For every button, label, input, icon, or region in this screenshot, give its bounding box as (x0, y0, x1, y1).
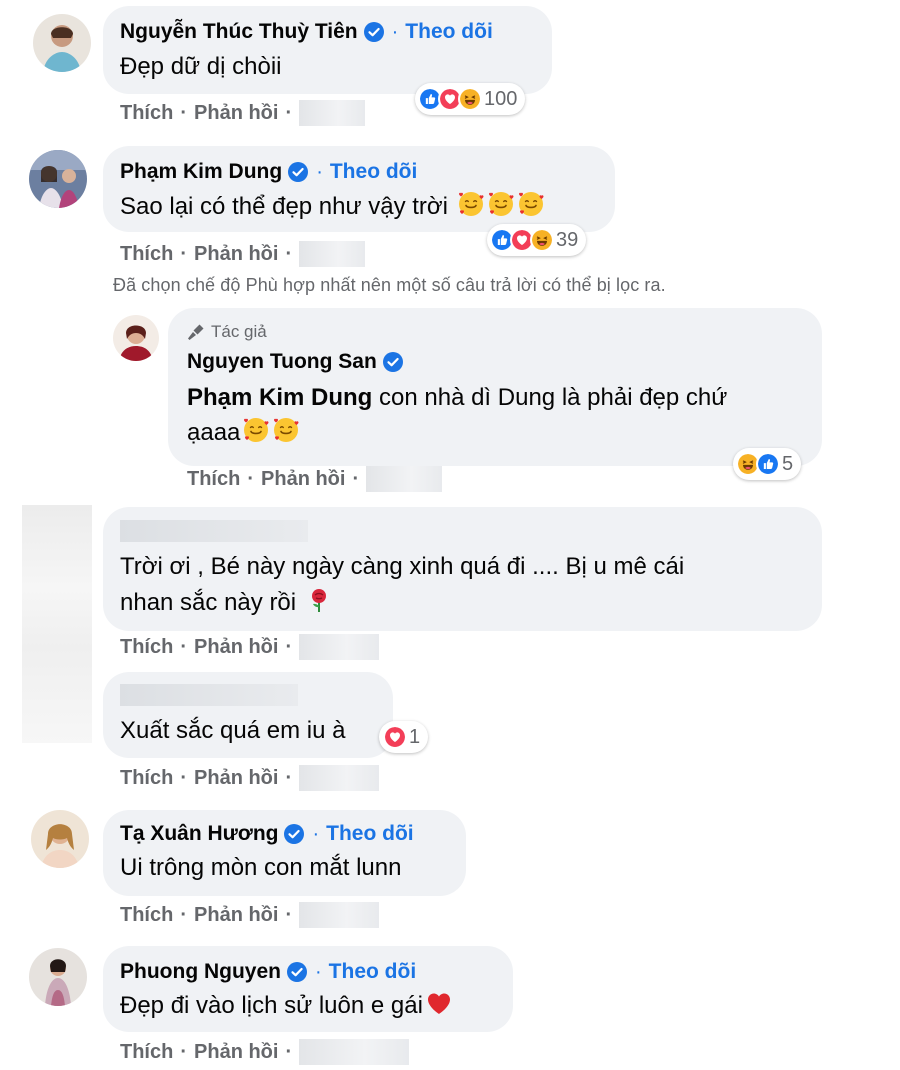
filter-notice: Đã chọn chế độ Phù hợp nhất nên một số c… (113, 275, 666, 295)
avatar[interactable] (29, 150, 87, 208)
avatar[interactable] (33, 14, 91, 72)
comment-actions: Thích · Phản hồi · (120, 241, 366, 267)
reply-actions: Thích · Phản hồi · (187, 466, 443, 492)
separator-dot: · (316, 160, 323, 183)
smiling-face-with-hearts-icon (487, 190, 515, 218)
commenter-name[interactable]: Nguyen Tuong San (187, 350, 377, 374)
verified-badge-icon (284, 824, 304, 844)
reaction-summary[interactable]: 1 (379, 721, 429, 753)
like-link[interactable]: Thích (120, 1041, 173, 1064)
blurred-timestamp (299, 241, 366, 267)
comment-header: Phuong Nguyen · Theo dõi (120, 960, 416, 984)
comment-actions: Thích · Phản hồi · (120, 1039, 410, 1065)
comment-actions: Thích · Phản hồi · (120, 100, 366, 126)
mention-link[interactable]: Phạm Kim Dung (187, 384, 372, 411)
commenter-name[interactable]: Phạm Kim Dung (120, 160, 282, 184)
like-link[interactable]: Thích (120, 636, 173, 659)
comment-text: Sao lại có thể đẹp như vậy trời (120, 190, 545, 224)
comment-header: Tạ Xuân Hương · Theo dõi (120, 822, 414, 846)
commenter-name[interactable]: Tạ Xuân Hương (120, 822, 278, 846)
blurred-timestamp (299, 902, 380, 928)
comment-text: Trời ơi , Bé này ngày càng xinh quá đi .… (120, 553, 685, 580)
comment-text: Xuất sắc quá em iu à (120, 717, 346, 744)
like-link[interactable]: Thích (187, 468, 240, 491)
avatar[interactable] (31, 810, 89, 868)
comment-actions: Thích · Phản hồi · (120, 765, 380, 791)
follow-button[interactable]: Theo dõi (329, 960, 417, 984)
reply-link[interactable]: Phản hồi (261, 468, 345, 491)
blurred-avatar (22, 505, 92, 743)
blurred-timestamp (299, 100, 366, 126)
haha-icon (530, 228, 554, 252)
verified-badge-icon (364, 22, 384, 42)
smiling-face-with-hearts-icon (272, 416, 300, 444)
comment-actions: Thích · Phản hồi · (120, 634, 380, 660)
commenter-name[interactable]: Phuong Nguyen (120, 960, 281, 984)
verified-badge-icon (287, 962, 307, 982)
reaction-count: 5 (782, 452, 794, 475)
reply-link[interactable]: Phản hồi (194, 636, 278, 659)
comment-text: Ui trông mòn con mắt lunn (120, 854, 402, 881)
like-icon (756, 452, 780, 476)
reply-link[interactable]: Phản hồi (194, 102, 278, 125)
reaction-summary[interactable]: 100 (415, 83, 526, 115)
smiling-face-with-hearts-icon (517, 190, 545, 218)
reaction-count: 100 (484, 87, 518, 110)
reply-link[interactable]: Phản hồi (194, 767, 278, 790)
blurred-name (120, 684, 298, 706)
smiling-face-with-hearts-icon (457, 190, 485, 218)
reaction-summary[interactable]: 39 (487, 224, 587, 256)
follow-button[interactable]: Theo dõi (405, 20, 493, 44)
separator-dot: · (391, 20, 399, 43)
author-label: Tác giả (211, 322, 267, 341)
blurred-timestamp (299, 765, 380, 791)
reply-text: Phạm Kim Dung con nhà dì Dung là phải đẹ… (187, 384, 728, 411)
reply-header: Nguyen Tuong San (187, 350, 403, 374)
comment-header: Phạm Kim Dung · Theo dõi (120, 160, 417, 184)
verified-badge-icon (288, 162, 308, 182)
avatar[interactable] (113, 315, 159, 361)
like-link[interactable]: Thích (120, 767, 173, 790)
reaction-summary[interactable]: 5 (733, 448, 802, 480)
haha-icon (458, 87, 482, 111)
separator-dot: · (312, 822, 320, 845)
microphone-icon (188, 324, 204, 340)
love-icon (383, 725, 407, 749)
comment-actions: Thích · Phản hồi · (120, 902, 380, 928)
reply-link[interactable]: Phản hồi (194, 1041, 278, 1064)
like-link[interactable]: Thích (120, 243, 173, 266)
commenter-name[interactable]: Nguyễn Thúc Thuỳ Tiên (120, 20, 358, 44)
verified-badge-icon (383, 352, 403, 372)
blurred-name (120, 520, 308, 542)
reply-link[interactable]: Phản hồi (194, 243, 278, 266)
comment-header: Nguyễn Thúc Thuỳ Tiên · Theo dõi (120, 20, 493, 44)
comment-text: Đẹp đi vào lịch sử luôn e gái (120, 989, 453, 1023)
blurred-timestamp (299, 634, 380, 660)
follow-button[interactable]: Theo dõi (330, 160, 418, 184)
blurred-timestamp (299, 1039, 410, 1065)
smiling-face-with-hearts-icon (242, 416, 270, 444)
like-link[interactable]: Thích (120, 102, 173, 125)
author-tag: Tác giả (187, 322, 267, 342)
like-link[interactable]: Thích (120, 904, 173, 927)
reply-link[interactable]: Phản hồi (194, 904, 278, 927)
rose-icon (311, 589, 326, 612)
reaction-count: 39 (556, 228, 579, 251)
comment-text: Đẹp dữ dị chòii (120, 53, 282, 80)
avatar[interactable] (29, 948, 87, 1006)
follow-button[interactable]: Theo dõi (326, 822, 414, 846)
reaction-count: 1 (409, 725, 421, 748)
separator-dot: · (315, 960, 322, 983)
red-heart-icon (427, 993, 450, 1014)
reply-text-line2: ạaaa (187, 416, 300, 450)
comment-text-line2: nhan sắc này rồi (120, 586, 333, 620)
blurred-timestamp (366, 466, 443, 492)
